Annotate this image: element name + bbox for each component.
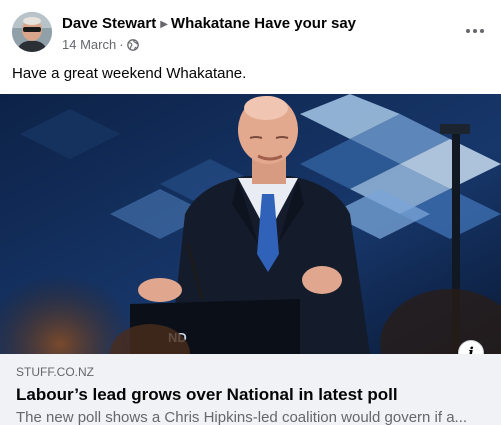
post-date[interactable]: 14 March bbox=[62, 37, 116, 52]
feed-post: Dave Stewart ▶ Whakatane Have your say 14 … bbox=[0, 0, 501, 425]
meta-separator: · bbox=[119, 37, 124, 52]
more-options-icon bbox=[466, 29, 470, 33]
post-meta: 14 March · bbox=[62, 36, 356, 53]
post-header: Dave Stewart ▶ Whakatane Have your say 14 … bbox=[62, 14, 356, 53]
group-name[interactable]: Whakatane Have your say bbox=[171, 15, 356, 32]
news-photo: ND bbox=[0, 94, 501, 354]
author-line: Dave Stewart ▶ Whakatane Have your say bbox=[62, 14, 356, 34]
author-avatar[interactable] bbox=[12, 12, 52, 52]
post-body-text: Have a great weekend Whakatane. bbox=[12, 65, 247, 82]
link-preview-image[interactable]: ND bbox=[0, 94, 501, 354]
link-title[interactable]: Labour’s lead grows over National in lat… bbox=[16, 384, 485, 406]
link-description: The new poll shows a Chris Hipkins-led c… bbox=[16, 409, 468, 425]
more-options-button[interactable] bbox=[463, 18, 487, 42]
globe-icon bbox=[126, 39, 139, 51]
more-options-icon-dot bbox=[480, 29, 484, 33]
caret-right-icon: ▶ bbox=[160, 19, 168, 30]
avatar-photo bbox=[12, 12, 52, 52]
author-name[interactable]: Dave Stewart bbox=[62, 15, 156, 32]
more-options-icon-dot bbox=[473, 29, 477, 33]
link-preview-meta[interactable]: STUFF.CO.NZ Labour’s lead grows over Nat… bbox=[0, 354, 501, 425]
link-domain: STUFF.CO.NZ bbox=[16, 365, 94, 379]
